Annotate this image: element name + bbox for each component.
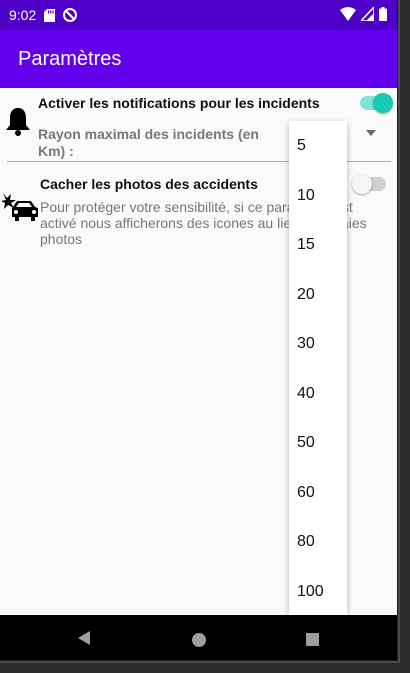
dropdown-option[interactable]: 30 — [297, 335, 315, 353]
hide-photos-toggle[interactable] — [352, 173, 386, 195]
phone-screen: 9:02 Paramètres Activer les notification… — [0, 0, 397, 660]
toggle-thumb — [352, 174, 372, 194]
battery-icon — [379, 7, 387, 21]
radius-label: Rayon maximal des incidents (en Km) : — [38, 126, 259, 159]
status-bar: 9:02 — [0, 0, 397, 30]
dropdown-option[interactable]: 15 — [297, 236, 315, 254]
hide-photos-setting-title: Cacher les photos des accidents — [40, 176, 258, 192]
app-bar: Paramètres — [0, 30, 397, 88]
dropdown-option[interactable]: 60 — [297, 484, 315, 502]
dropdown-option[interactable]: 5 — [297, 137, 306, 155]
dropdown-option[interactable]: 20 — [297, 286, 315, 304]
radius-dropdown-menu: 5 10 15 20 30 40 50 60 80 100 — [289, 121, 347, 615]
bell-icon — [6, 108, 30, 136]
wifi-icon — [340, 7, 356, 21]
notifications-toggle[interactable] — [360, 92, 393, 114]
car-accident-icon — [1, 193, 38, 221]
signal-icon — [361, 7, 374, 21]
recents-icon[interactable] — [306, 633, 319, 646]
device-frame: 9:02 Paramètres Activer les notification… — [0, 0, 400, 663]
navigation-bar — [0, 615, 397, 660]
no-disturb-icon — [63, 8, 78, 22]
notifications-setting-title: Activer les notifications pour les incid… — [38, 95, 320, 111]
dropdown-option[interactable]: 50 — [297, 434, 315, 452]
toggle-thumb — [373, 93, 393, 113]
dropdown-option[interactable]: 80 — [297, 533, 315, 551]
dropdown-option[interactable]: 100 — [297, 583, 324, 601]
home-icon[interactable] — [192, 633, 206, 647]
dropdown-arrow-icon[interactable] — [366, 130, 376, 136]
dropdown-option[interactable]: 40 — [297, 385, 315, 403]
status-time: 9:02 — [9, 7, 37, 23]
page-title: Paramètres — [18, 47, 122, 70]
sd-card-icon — [44, 8, 56, 22]
back-icon[interactable] — [78, 631, 90, 645]
dropdown-option[interactable]: 10 — [297, 187, 315, 205]
